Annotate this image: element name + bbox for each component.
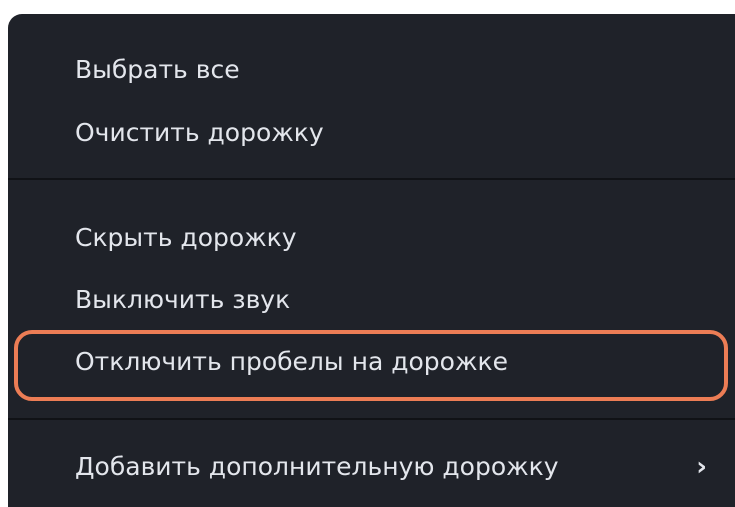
menu-divider (8, 418, 735, 420)
menu-item-label: Скрыть дорожку (75, 223, 297, 252)
context-menu: Выбрать все Очистить дорожку Скрыть доро… (8, 14, 735, 507)
menu-item-select-all[interactable]: Выбрать все (8, 40, 735, 100)
menu-item-label: Отключить пробелы на дорожке (75, 347, 508, 376)
chevron-right-icon: › (696, 452, 707, 482)
menu-item-label: Выбрать все (75, 55, 240, 84)
menu-item-label: Очистить дорожку (75, 118, 324, 147)
menu-divider (8, 178, 735, 180)
menu-item-mute[interactable]: Выключить звук (8, 270, 735, 330)
menu-item-label: Добавить дополнительную дорожку (75, 452, 559, 481)
menu-item-clear-track[interactable]: Очистить дорожку (8, 103, 735, 163)
menu-item-disable-gaps[interactable]: Отключить пробелы на дорожке (8, 332, 735, 392)
menu-item-add-extra-track[interactable]: Добавить дополнительную дорожку › (8, 437, 735, 497)
menu-item-hide-track[interactable]: Скрыть дорожку (8, 208, 735, 268)
menu-item-label: Выключить звук (75, 285, 291, 314)
